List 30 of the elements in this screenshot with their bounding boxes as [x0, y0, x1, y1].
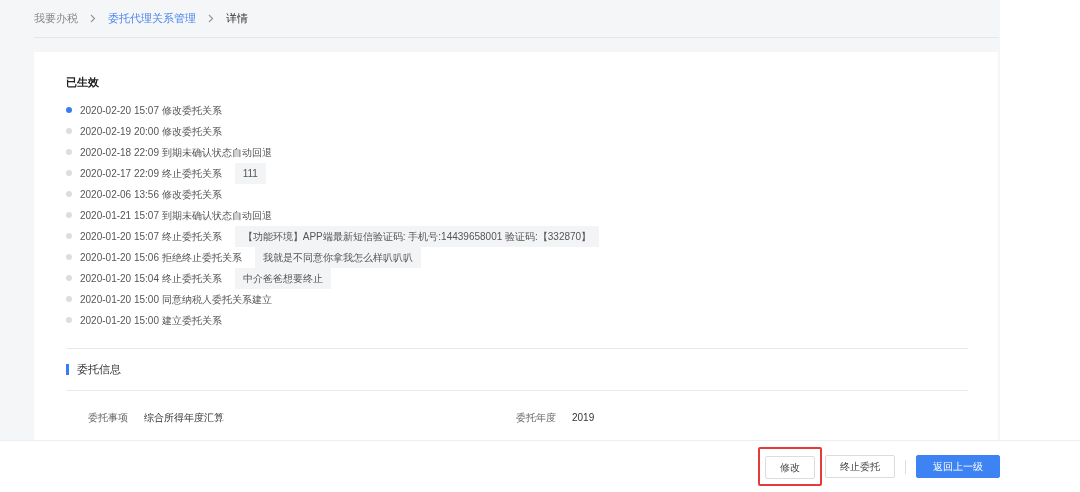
field-label: 委托事项	[88, 411, 128, 425]
timeline-note: 中介爸爸想要终止	[234, 267, 331, 289]
timeline-entry: 2020-01-20 15:04 终止委托关系	[80, 271, 222, 286]
timeline-entry: 2020-02-06 13:56 修改委托关系	[80, 187, 222, 202]
breadcrumb-separator-icon	[208, 14, 214, 23]
field-value: 综合所得年度汇算	[144, 411, 224, 425]
breadcrumb-separator-icon	[90, 14, 96, 23]
timeline-entry: 2020-02-20 15:07 修改委托关系	[80, 103, 222, 118]
status-title: 已生效	[66, 75, 100, 90]
timeline-entry: 2020-01-20 15:06 拒绝终止委托关系	[80, 250, 242, 265]
action-button[interactable]: 修改	[765, 456, 815, 479]
timeline-note: 111	[234, 162, 266, 184]
timeline-entry: 2020-01-20 15:00 建立委托关系	[80, 313, 222, 328]
timeline-entry: 2020-02-18 22:09 到期未确认状态自动回退	[80, 145, 272, 160]
back-button[interactable]: 返回上一级	[916, 455, 1000, 478]
breadcrumb-item[interactable]: 我要办税	[34, 10, 78, 27]
timeline-entry: 2020-02-17 22:09 终止委托关系	[80, 166, 222, 181]
action-button[interactable]: 终止委托	[825, 455, 895, 478]
timeline-entry: 2020-02-19 20:00 修改委托关系	[80, 124, 222, 139]
breadcrumb-current: 详情	[226, 11, 248, 27]
timeline-note: 我就是不同意你拿我怎么样叭叭叭	[254, 246, 421, 268]
breadcrumb-link[interactable]: 委托代理关系管理	[108, 10, 196, 27]
timeline-note: 【功能环境】APP端最新短信验证码: 手机号:14439658001 验证码:【332870】	[234, 225, 600, 247]
section-title: 委托信息	[77, 361, 121, 377]
timeline-entry: 2020-01-20 15:00 同意纳税人委托关系建立	[80, 292, 272, 307]
section-marker-icon	[66, 363, 69, 375]
field-label: 委托年度	[516, 411, 556, 425]
timeline-entry: 2020-01-21 15:07 到期未确认状态自动回退	[80, 208, 272, 223]
timeline-entry: 2020-01-20 15:07 终止委托关系	[80, 229, 222, 244]
field-value: 2019	[572, 411, 595, 425]
